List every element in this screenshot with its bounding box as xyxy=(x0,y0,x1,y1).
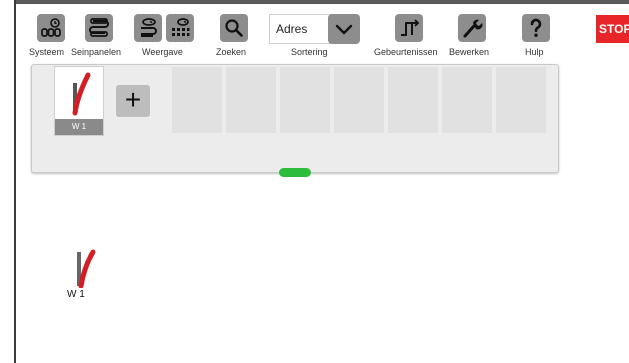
empty-slot[interactable] xyxy=(496,67,546,133)
edit-button[interactable] xyxy=(458,14,486,42)
empty-slot[interactable] xyxy=(226,67,276,133)
top-border xyxy=(16,0,629,4)
stop-button[interactable]: STOP xyxy=(596,15,629,43)
sorting-dropdown-button[interactable] xyxy=(328,14,360,44)
track-view-icon xyxy=(141,18,157,37)
view-label: Weergave xyxy=(142,47,183,57)
empty-slot[interactable] xyxy=(388,67,438,133)
events-button[interactable] xyxy=(395,14,423,42)
sorting-label: Sortering xyxy=(291,47,328,57)
wrench-icon xyxy=(463,19,483,38)
empty-slot[interactable] xyxy=(442,67,492,133)
edit-label: Bewerken xyxy=(449,47,490,57)
plus-icon: + xyxy=(124,84,142,115)
help-button[interactable] xyxy=(522,14,550,42)
grid-view-icon xyxy=(172,18,190,36)
chevron-down-icon xyxy=(335,24,353,35)
signal-panels-icon xyxy=(89,18,109,37)
turnout-icon xyxy=(72,72,91,116)
sorting-value: Adres xyxy=(276,22,308,36)
view-grid-button[interactable] xyxy=(166,14,194,42)
events-label: Gebeurtenissen xyxy=(374,47,438,57)
view-layout-button[interactable] xyxy=(134,14,162,42)
search-icon xyxy=(225,19,243,37)
signal-panels-label: Seinpanelen xyxy=(71,47,122,57)
events-icon xyxy=(401,19,420,36)
turnout-tile-w1[interactable]: W 1 xyxy=(54,66,104,136)
empty-slot[interactable] xyxy=(280,67,330,133)
add-button[interactable]: + xyxy=(116,85,150,117)
layout-turnout-label: W 1 xyxy=(67,289,85,300)
system-label: Systeem xyxy=(29,47,65,57)
question-icon xyxy=(530,18,542,37)
search-label: Zoeken xyxy=(216,47,247,57)
empty-slot[interactable] xyxy=(334,67,384,133)
object-panel xyxy=(31,64,559,173)
signal-panels-button[interactable] xyxy=(85,14,113,42)
search-button[interactable] xyxy=(220,14,248,42)
turnout-tile-label: W 1 xyxy=(55,119,103,135)
help-label: Hulp xyxy=(525,47,544,57)
panel-drag-handle[interactable] xyxy=(279,168,311,177)
system-button[interactable] xyxy=(37,14,65,42)
app-window: Systeem Seinpanelen Weergave Zoeken Adre… xyxy=(14,0,629,363)
system-icon xyxy=(41,18,61,37)
turnout-icon[interactable] xyxy=(69,248,99,288)
empty-slot[interactable] xyxy=(172,67,222,133)
